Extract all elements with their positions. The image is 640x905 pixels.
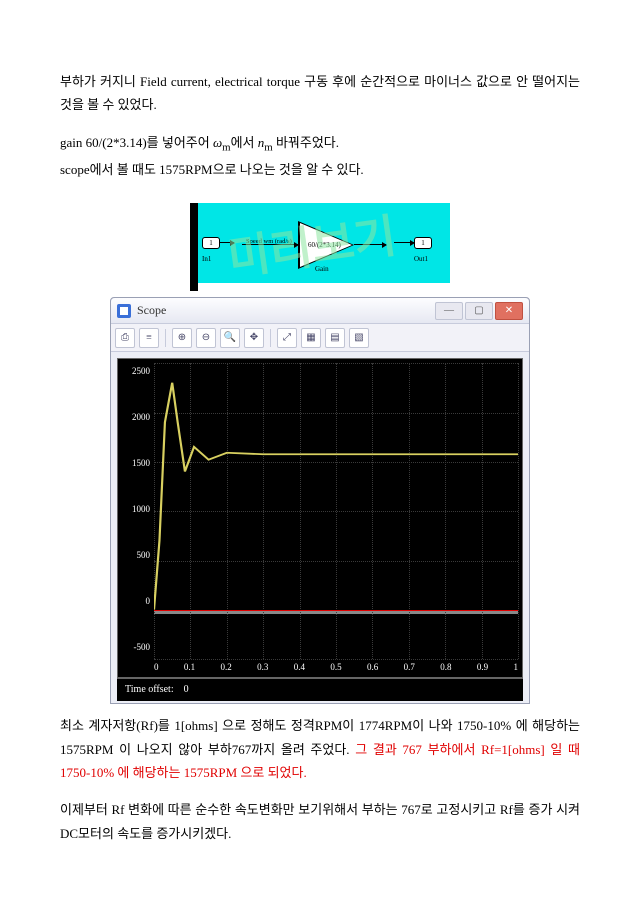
bus-selector-2 — [190, 247, 198, 291]
scope-app-icon — [117, 304, 131, 318]
ytick: 2500 — [118, 363, 150, 379]
cfg2-icon[interactable]: ▤ — [325, 328, 345, 348]
p2-part-c: 에서 — [231, 135, 258, 150]
print-icon[interactable]: ⎙ — [115, 328, 135, 348]
close-button[interactable]: ✕ — [495, 302, 523, 320]
xtick: 0.3 — [257, 659, 268, 677]
xtick: 0.2 — [221, 659, 232, 677]
gain-label: Gain — [315, 263, 329, 276]
xtick: 1 — [514, 659, 519, 677]
scope-toolbar: ⎙ ≡ ⊕ ⊖ 🔍 ✥ ⤢ ▦ ▤ ▧ — [111, 324, 529, 352]
zoom-out-icon[interactable]: ⊖ — [196, 328, 216, 348]
minimize-button[interactable]: — — [435, 302, 463, 320]
time-offset-value: 0 — [184, 684, 189, 695]
time-offset-bar: Time offset: 0 — [117, 678, 523, 701]
p2-part-a: gain 60/(2*3.14)를 넣어주어 — [60, 135, 213, 150]
xtick: 0.1 — [184, 659, 195, 677]
n-sub: m — [264, 141, 272, 153]
wire-3 — [354, 244, 386, 245]
response-curve — [154, 363, 518, 659]
ytick: -500 — [118, 639, 150, 655]
bus-selector-1 — [190, 203, 198, 247]
xtick: 0.5 — [330, 659, 341, 677]
gain-triangle — [300, 223, 352, 267]
paragraph-4: 최소 계자저항(Rf)를 1[ohms] 으로 정해도 정격RPM이 1774R… — [60, 714, 580, 784]
ytick: 2000 — [118, 409, 150, 425]
wire-2 — [242, 244, 298, 245]
zoom-in-icon[interactable]: ⊕ — [172, 328, 192, 348]
paragraph-2: gain 60/(2*3.14)를 넣어주어 ωm에서 nm 바꿔주었다. sc… — [60, 131, 580, 181]
out-port: 1 — [414, 237, 432, 249]
omega-symbol: ω — [213, 135, 222, 150]
xtick: 0.8 — [440, 659, 451, 677]
cfg1-icon[interactable]: ▦ — [301, 328, 321, 348]
simulink-diagram: 1 In1 Speed wm (rad/s) 60/(2*3.14) Gain … — [60, 195, 580, 287]
y-axis-ticks: 2500 2000 1500 1000 500 0 -500 — [118, 359, 154, 659]
ytick: 1000 — [118, 501, 150, 517]
toolbar-separator — [165, 329, 166, 347]
cfg3-icon[interactable]: ▧ — [349, 328, 369, 348]
ytick: 0 — [118, 593, 150, 609]
wire-4 — [394, 242, 414, 243]
params-icon[interactable]: ≡ — [139, 328, 159, 348]
speed-label: Speed wm (rad/s) — [246, 236, 292, 248]
in-port: 1 — [202, 237, 220, 249]
out-port-label: Out1 — [414, 253, 428, 266]
autoscale-icon[interactable]: ⤢ — [277, 328, 297, 348]
toolbar-separator-2 — [270, 329, 271, 347]
paragraph-3: scope에서 볼 때도 1575RPM으로 나오는 것을 알 수 있다. — [60, 162, 364, 177]
xtick: 0.7 — [404, 659, 415, 677]
xtick: 0.6 — [367, 659, 378, 677]
time-offset-label: Time offset: — [125, 684, 174, 695]
xtick: 0.9 — [477, 659, 488, 677]
maximize-button[interactable]: ▢ — [465, 302, 493, 320]
pan-icon[interactable]: ✥ — [244, 328, 264, 348]
scope-titlebar[interactable]: Scope — ▢ ✕ — [111, 298, 529, 324]
omega-sub: m — [222, 141, 230, 153]
zoom-box-icon[interactable]: 🔍 — [220, 328, 240, 348]
scope-window: Scope — ▢ ✕ ⎙ ≡ ⊕ ⊖ 🔍 ✥ ⤢ ▦ ▤ ▧ 2500 200… — [110, 297, 530, 704]
x-axis-ticks: 0 0.1 0.2 0.3 0.4 0.5 0.6 0.7 0.8 0.9 1 — [154, 659, 518, 677]
xtick: 0.4 — [294, 659, 305, 677]
in-port-label: In1 — [202, 253, 211, 266]
paragraph-5: 이제부터 Rf 변화에 따른 순수한 속도변화만 보기위해서 부하는 767로 … — [60, 798, 580, 845]
scope-figure: Scope — ▢ ✕ ⎙ ≡ ⊕ ⊖ 🔍 ✥ ⤢ ▦ ▤ ▧ 2500 200… — [60, 297, 580, 704]
paragraph-1: 부하가 커지니 Field current, electrical torque… — [60, 70, 580, 117]
ytick: 500 — [118, 547, 150, 563]
ytick: 1500 — [118, 455, 150, 471]
wire-1 — [220, 242, 234, 243]
plot-grid-area — [154, 363, 518, 659]
scope-title: Scope — [137, 300, 166, 322]
scope-body: 2500 2000 1500 1000 500 0 -500 — [111, 352, 529, 703]
xtick: 0 — [154, 659, 159, 677]
p2-part-e: 바꿔주었다. — [273, 135, 339, 150]
scope-plot[interactable]: 2500 2000 1500 1000 500 0 -500 — [117, 358, 523, 678]
